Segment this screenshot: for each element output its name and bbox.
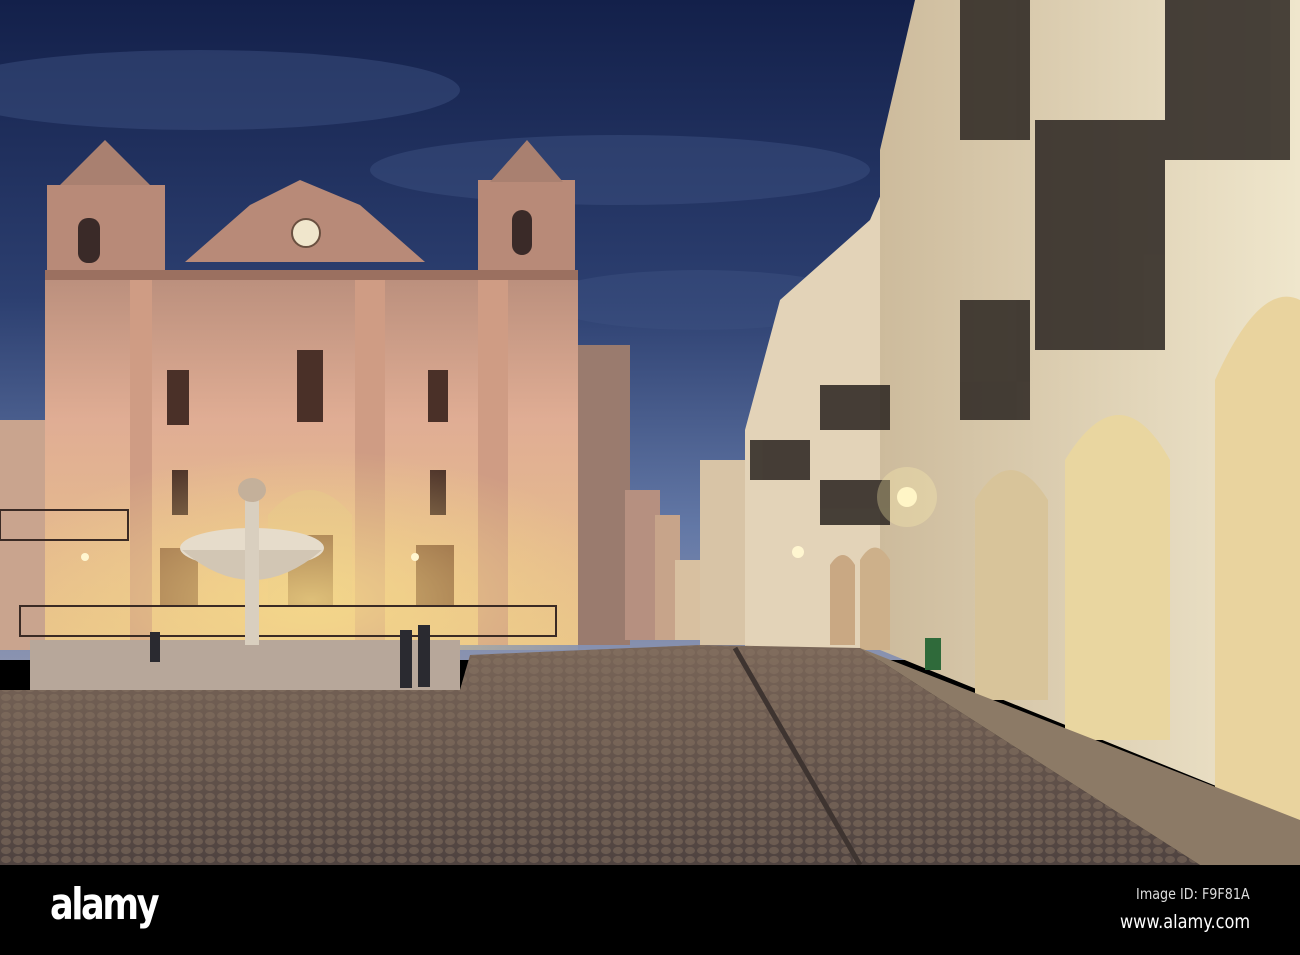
image-id: Image ID: F9F81A [1136, 885, 1250, 903]
left-building [0, 420, 50, 650]
church-facade [45, 140, 578, 650]
trash-bin [925, 638, 941, 670]
photo-scene [0, 0, 1300, 865]
church-clock [291, 218, 321, 248]
site-url: www.alamy.com [1119, 911, 1250, 933]
footer-bar: alamy Image ID: F9F81A www.alamy.com [0, 865, 1300, 955]
alamy-logo: alamy [50, 879, 160, 930]
left-bell-tower [47, 185, 165, 275]
